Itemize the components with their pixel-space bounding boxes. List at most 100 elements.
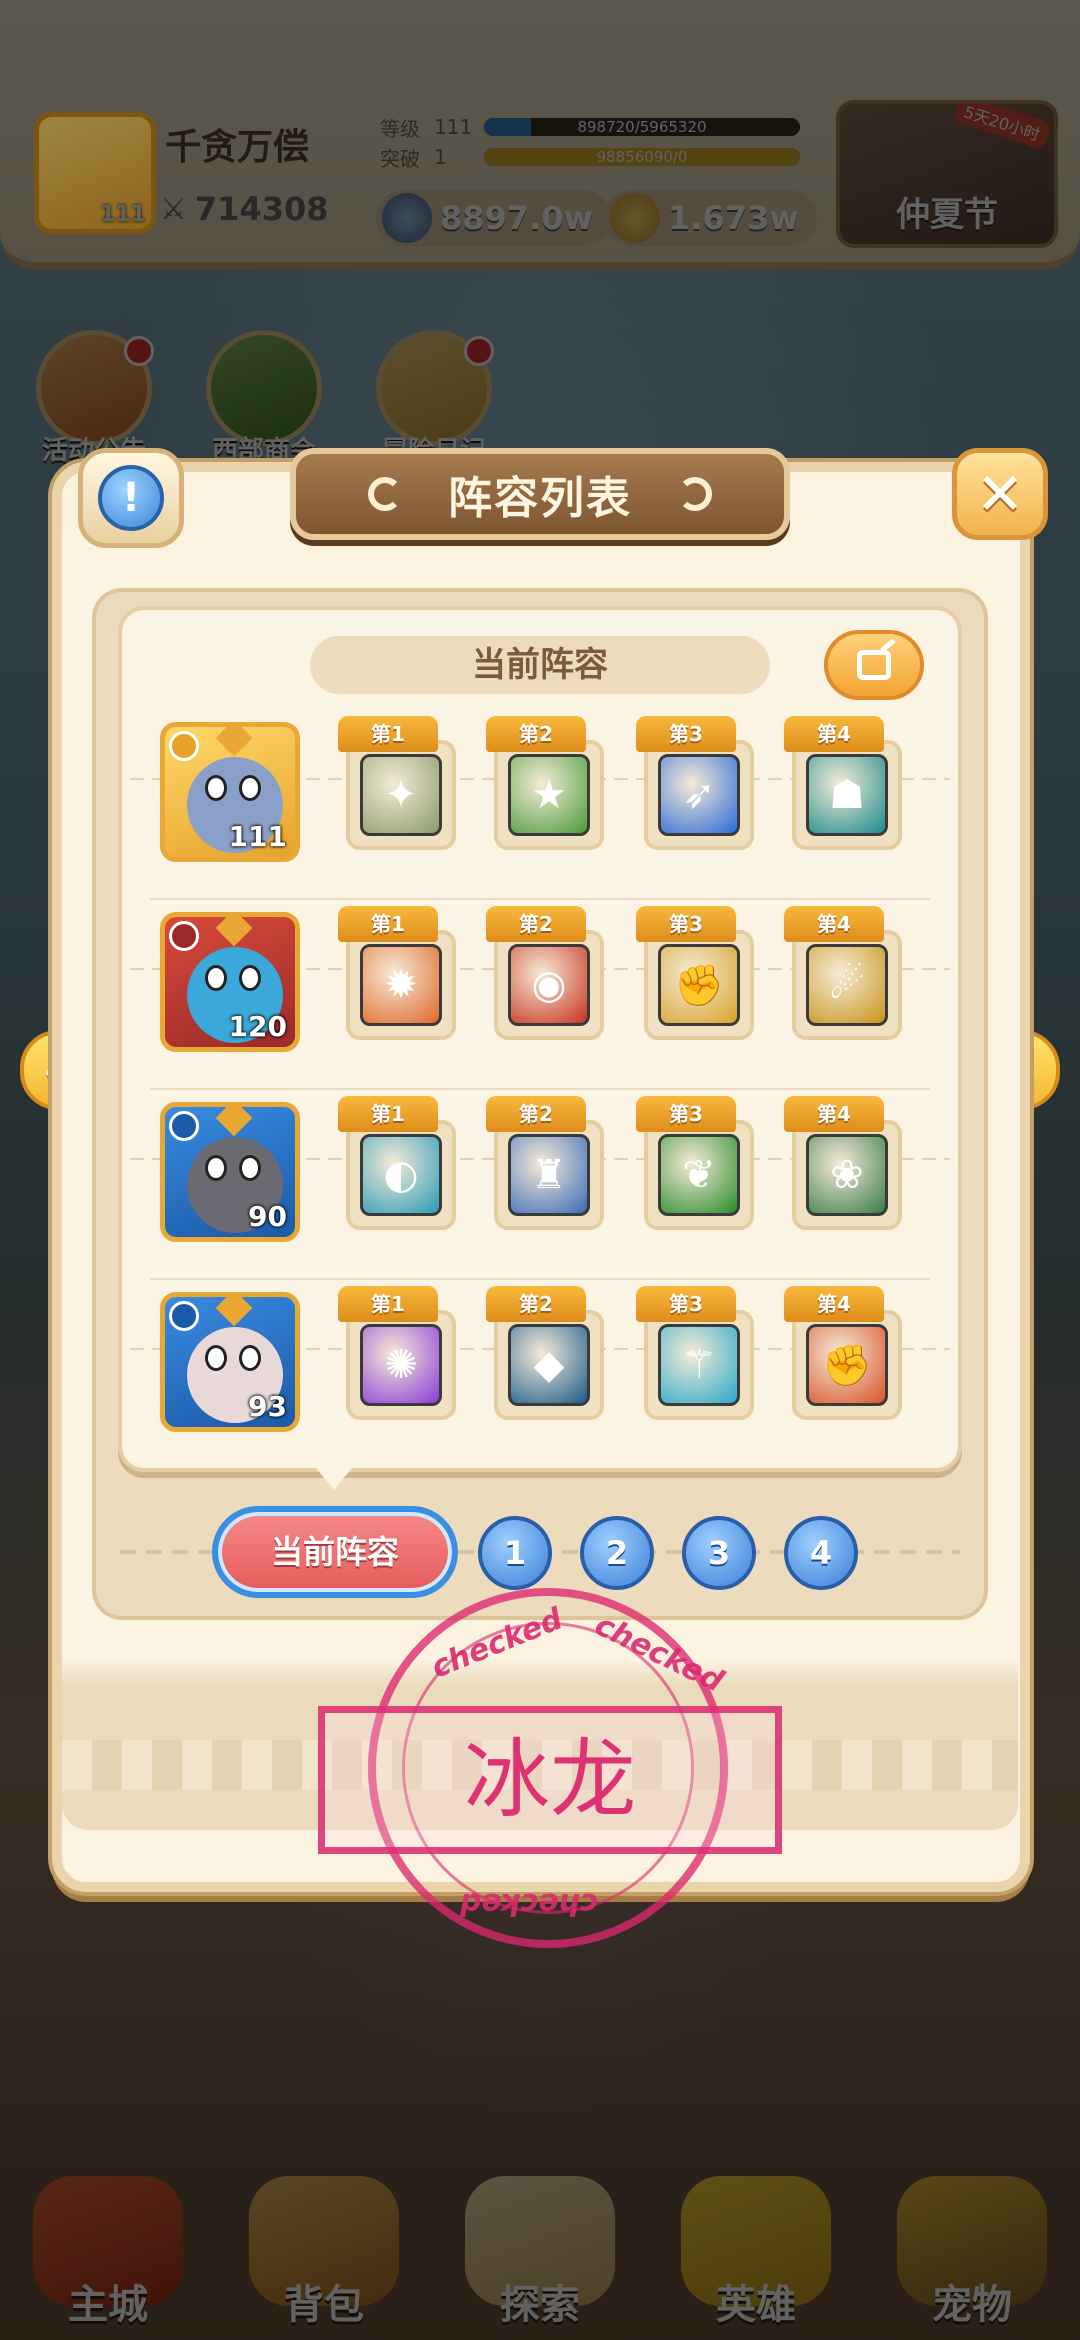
element-badge-icon — [169, 921, 199, 951]
current-lineup-tab[interactable]: 当前阵容 — [212, 1506, 458, 1598]
skill-icon: ✹ — [360, 944, 442, 1026]
lineup-row: 93 第1 ✺ 第2 ◆ 第3 ⚚ 第4 ✊ — [130, 1286, 950, 1456]
skill-icon: ✊ — [658, 944, 740, 1026]
skill-order-tab: 第4 — [784, 1286, 884, 1322]
hero-eye — [205, 775, 227, 801]
skill-frame: ◐ — [346, 1120, 456, 1230]
skill-slot[interactable]: 第1 ✹ — [338, 906, 456, 1044]
hero-eye — [205, 965, 227, 991]
skill-slot[interactable]: 第2 ★ — [486, 716, 604, 854]
row-separator — [150, 1278, 930, 1280]
skill-order-tab: 第3 — [636, 716, 736, 752]
skill-slot[interactable]: 第1 ✦ — [338, 716, 456, 854]
skill-frame: ★ — [494, 740, 604, 850]
skill-frame: ☄ — [792, 930, 902, 1040]
skill-slot[interactable]: 第1 ✺ — [338, 1286, 456, 1424]
skill-icon: ✊ — [806, 1324, 888, 1406]
hero-portrait[interactable]: 111 — [160, 722, 300, 862]
skill-order-tab: 第4 — [784, 716, 884, 752]
stamp-word: checked — [460, 1886, 598, 1921]
skill-slot[interactable]: 第2 ◉ — [486, 906, 604, 1044]
hero-eye — [205, 1155, 227, 1181]
close-icon: ✕ — [975, 460, 1025, 528]
skill-frame: ♜ — [494, 1120, 604, 1230]
skill-slot[interactable]: 第4 ✊ — [784, 1286, 902, 1424]
skill-order-tab: 第4 — [784, 906, 884, 942]
lineup-page-1[interactable]: 1 — [478, 1516, 552, 1590]
lineup-page-4[interactable]: 4 — [784, 1516, 858, 1590]
lineup-row: 90 第1 ◐ 第2 ♜ 第3 ❦ 第4 ❀ — [130, 1096, 950, 1280]
modal-title: 阵容列表 — [448, 473, 632, 524]
card-pointer — [316, 1468, 352, 1490]
skill-slot[interactable]: 第2 ◆ — [486, 1286, 604, 1424]
skill-order-tab: 第1 — [338, 1286, 438, 1322]
hero-level: 120 — [228, 1010, 287, 1043]
hero-eye — [239, 1155, 261, 1181]
skill-order-tab: 第3 — [636, 1096, 736, 1132]
share-button[interactable] — [824, 630, 924, 700]
skill-slot[interactable]: 第3 ➶ — [636, 716, 754, 854]
skill-icon: ➶ — [658, 754, 740, 836]
info-icon: ! — [98, 465, 164, 531]
skill-icon: ♜ — [508, 1134, 590, 1216]
lineup-heading: 当前阵容 — [310, 636, 770, 694]
skill-slot[interactable]: 第2 ♜ — [486, 1096, 604, 1234]
skill-icon: ◐ — [360, 1134, 442, 1216]
skill-frame: ✹ — [346, 930, 456, 1040]
skill-order-tab: 第3 — [636, 906, 736, 942]
modal-title-plate: 阵容列表 — [290, 448, 790, 540]
skill-slot[interactable]: 第4 ☗ — [784, 716, 902, 854]
hero-eye — [239, 965, 261, 991]
skill-icon: ✦ — [360, 754, 442, 836]
skill-slot[interactable]: 第3 ⚚ — [636, 1286, 754, 1424]
skill-frame: ◆ — [494, 1310, 604, 1420]
skill-slot[interactable]: 第4 ☄ — [784, 906, 902, 1044]
skill-frame: ✊ — [644, 930, 754, 1040]
rank-gem-icon — [215, 917, 253, 947]
element-badge-icon — [169, 731, 199, 761]
skill-icon: ❦ — [658, 1134, 740, 1216]
skill-frame: ➶ — [644, 740, 754, 850]
skill-order-tab: 第1 — [338, 716, 438, 752]
skill-order-tab: 第2 — [486, 906, 586, 942]
skill-order-tab: 第2 — [486, 1096, 586, 1132]
skill-frame: ✊ — [792, 1310, 902, 1420]
hero-level: 111 — [228, 820, 287, 853]
info-button[interactable]: ! — [78, 448, 184, 548]
rank-gem-icon — [215, 727, 253, 757]
skill-frame: ✺ — [346, 1310, 456, 1420]
skill-slot[interactable]: 第3 ❦ — [636, 1096, 754, 1234]
skill-order-tab: 第1 — [338, 1096, 438, 1132]
skill-icon: ☄ — [806, 944, 888, 1026]
skill-order-tab: 第3 — [636, 1286, 736, 1322]
skill-icon: ◆ — [508, 1324, 590, 1406]
skill-order-tab: 第2 — [486, 1286, 586, 1322]
hero-eye — [205, 1345, 227, 1371]
hero-portrait[interactable]: 93 — [160, 1292, 300, 1432]
element-badge-icon — [169, 1111, 199, 1141]
close-button[interactable]: ✕ — [952, 448, 1048, 540]
skill-frame: ✦ — [346, 740, 456, 850]
stamp-label: 冰龙 — [318, 1706, 782, 1854]
skill-order-tab: 第2 — [486, 716, 586, 752]
skill-slot[interactable]: 第3 ✊ — [636, 906, 754, 1044]
skill-order-tab: 第4 — [784, 1096, 884, 1132]
skill-icon: ◉ — [508, 944, 590, 1026]
skill-slot[interactable]: 第4 ❀ — [784, 1096, 902, 1234]
lineup-row: 111 第1 ✦ 第2 ★ 第3 ➶ 第4 ☗ — [130, 716, 950, 900]
element-badge-icon — [169, 1301, 199, 1331]
lineup-page-3[interactable]: 3 — [682, 1516, 756, 1590]
skill-frame: ☗ — [792, 740, 902, 850]
skill-icon: ☗ — [806, 754, 888, 836]
swirl-ornament-icon — [678, 477, 712, 511]
skill-order-tab: 第1 — [338, 906, 438, 942]
skill-icon: ★ — [508, 754, 590, 836]
hero-portrait[interactable]: 90 — [160, 1102, 300, 1242]
row-separator — [150, 1088, 930, 1090]
skill-slot[interactable]: 第1 ◐ — [338, 1096, 456, 1234]
skill-icon: ⚚ — [658, 1324, 740, 1406]
lineup-page-2[interactable]: 2 — [580, 1516, 654, 1590]
hero-level: 93 — [248, 1390, 287, 1423]
hero-level: 90 — [248, 1200, 287, 1233]
hero-portrait[interactable]: 120 — [160, 912, 300, 1052]
